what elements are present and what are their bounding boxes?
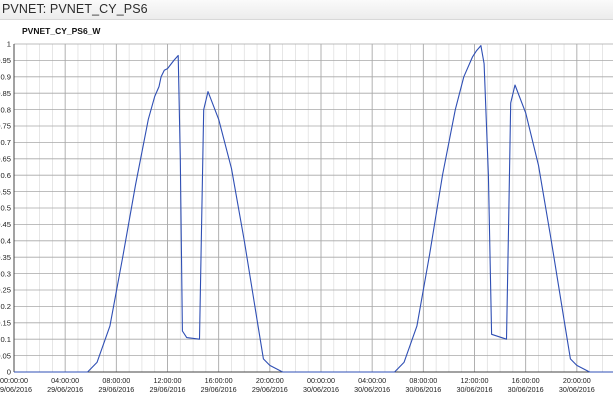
- y-tick-label: 0.4: [0, 237, 11, 246]
- x-axis-ticks: 00:00:0029/06/201604:00:0029/06/201608:0…: [0, 376, 595, 394]
- x-tick-date-label: 30/06/2016: [457, 385, 493, 394]
- horizontal-gridlines: [14, 43, 613, 373]
- y-tick-label: 0.9: [0, 73, 11, 82]
- y-tick-label: 0.8: [0, 105, 11, 114]
- y-tick-label: 0.65: [0, 155, 11, 164]
- y-tick-label: 0.05: [0, 351, 11, 360]
- x-tick-date-label: 30/06/2016: [303, 385, 339, 394]
- x-tick-time-label: 12:00:00: [154, 376, 182, 385]
- y-tick-label: 0.85: [0, 89, 11, 98]
- x-tick-time-label: 04:00:00: [51, 376, 79, 385]
- chart-title: PVNET_CY_PS6_W: [22, 26, 101, 36]
- x-tick-date-label: 30/06/2016: [559, 385, 595, 394]
- y-tick-label: 0.75: [0, 122, 11, 131]
- y-tick-label: 0.45: [0, 220, 11, 229]
- x-tick-time-label: 08:00:00: [102, 376, 130, 385]
- y-tick-label: 0.35: [0, 253, 11, 262]
- y-axis-ticks: 00.050.10.150.20.250.30.350.40.450.50.55…: [0, 40, 11, 377]
- x-tick-date-label: 29/06/2016: [252, 385, 288, 394]
- x-tick-date-label: 30/06/2016: [405, 385, 441, 394]
- y-tick-label: 0.5: [0, 204, 11, 213]
- pvnet-window: PVNET: PVNET_CY_PS6 00.050.10.150.20.250…: [0, 0, 613, 413]
- y-tick-label: 0.55: [0, 187, 11, 196]
- x-tick-time-label: 16:00:00: [512, 376, 540, 385]
- x-tick-time-label: 08:00:00: [409, 376, 437, 385]
- y-tick-label: 0.25: [0, 286, 11, 295]
- chart-area[interactable]: 00.050.10.150.20.250.30.350.40.450.50.55…: [0, 20, 613, 413]
- x-tick-date-label: 29/06/2016: [0, 385, 32, 394]
- x-tick-date-label: 29/06/2016: [47, 385, 83, 394]
- x-tick-time-label: 20:00:00: [563, 376, 591, 385]
- x-tick-time-label: 00:00:00: [307, 376, 335, 385]
- x-tick-date-label: 29/06/2016: [150, 385, 186, 394]
- y-tick-label: 0.6: [0, 171, 11, 180]
- window-title: PVNET: PVNET_CY_PS6: [2, 2, 148, 16]
- x-tick-date-label: 30/06/2016: [508, 385, 544, 394]
- y-tick-label: 0.1: [0, 335, 11, 344]
- y-tick-label: 0.3: [0, 269, 11, 278]
- x-tick-time-label: 04:00:00: [358, 376, 386, 385]
- line-chart[interactable]: 00.050.10.150.20.250.30.350.40.450.50.55…: [0, 20, 613, 413]
- x-tick-date-label: 29/06/2016: [98, 385, 134, 394]
- y-tick-label: 0.95: [0, 56, 11, 65]
- y-tick-label: 0.7: [0, 138, 11, 147]
- x-tick-time-label: 00:00:00: [0, 376, 28, 385]
- x-tick-date-label: 30/06/2016: [354, 385, 390, 394]
- y-tick-label: 0.2: [0, 302, 11, 311]
- x-tick-date-label: 29/06/2016: [201, 385, 237, 394]
- x-tick-time-label: 20:00:00: [256, 376, 284, 385]
- x-tick-time-label: 12:00:00: [461, 376, 489, 385]
- y-tick-label: 0.15: [0, 319, 11, 328]
- window-titlebar[interactable]: PVNET: PVNET_CY_PS6: [0, 0, 613, 20]
- x-tick-time-label: 16:00:00: [205, 376, 233, 385]
- y-tick-label: 1: [7, 40, 11, 49]
